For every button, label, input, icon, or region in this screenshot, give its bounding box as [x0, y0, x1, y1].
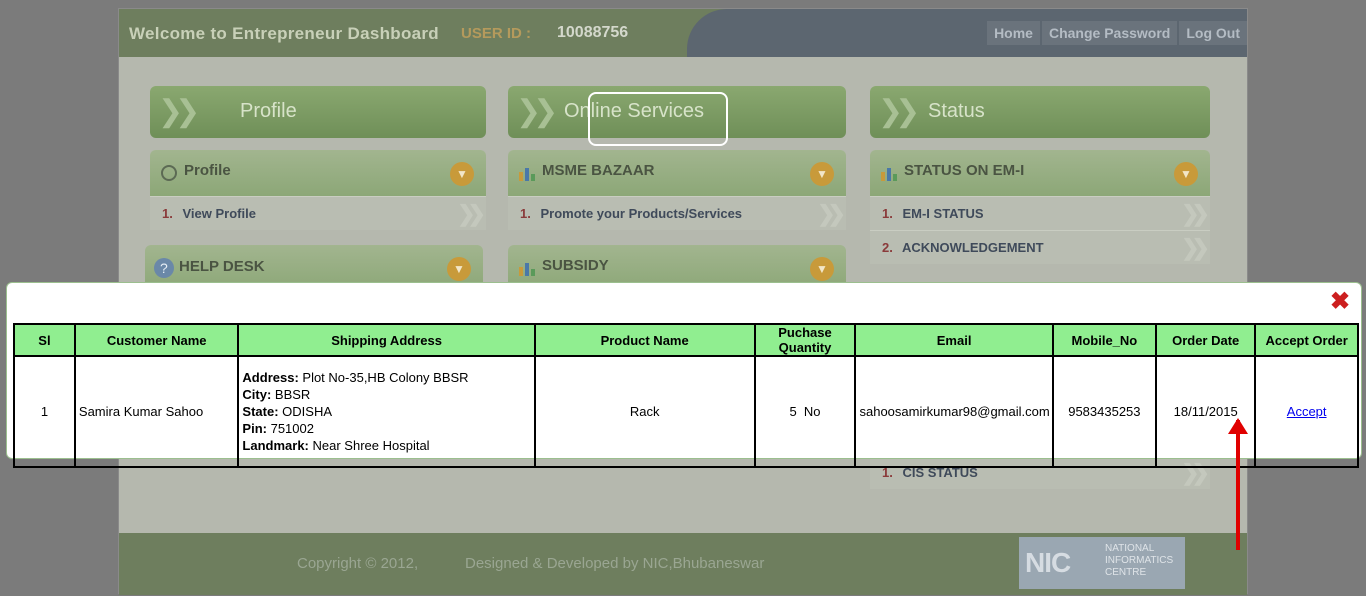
cell-shipping-address: Address: Plot No-35,HB Colony BBSR City:… [237, 355, 536, 468]
accept-order-link[interactable]: Accept [1287, 404, 1327, 419]
chevron-right-icon: ❯❯ [158, 95, 200, 128]
bar-chart-icon [519, 168, 535, 181]
footer-copyright: Copyright © 2012, [297, 555, 419, 572]
footer: Copyright © 2012, Designed & Developed b… [119, 533, 1247, 595]
profile-card: Profile ▼ 1. View Profile ❯❯ [150, 150, 486, 230]
menu-acknowledgement[interactable]: 2. ACKNOWLEDGEMENT ❯❯ [870, 230, 1210, 264]
user-id-label: USER ID : [461, 25, 532, 42]
msme-bazaar-card-header[interactable]: MSME BAZAAR ▼ [508, 150, 846, 196]
user-id-value: 10088756 [557, 24, 629, 41]
top-nav: Home Change Password Log Out [987, 9, 1247, 57]
nic-line: NATIONAL [1105, 543, 1155, 554]
state-label: State: [242, 404, 279, 419]
chevron-down-icon[interactable]: ▼ [450, 162, 474, 186]
status-em-card: STATUS ON EM-I ▼ 1. EM-I STATUS ❯❯ 2. AC… [870, 150, 1210, 264]
nav-home[interactable]: Home [987, 21, 1040, 45]
highlight-box [588, 92, 728, 146]
pin-label: Pin: [242, 421, 267, 436]
cell-customer-name: Samira Kumar Sahoo [73, 355, 240, 468]
close-icon[interactable]: ✖ [1329, 290, 1351, 314]
landmark-value: Near Shree Hospital [308, 438, 430, 453]
nic-logo-mark: NIC [1025, 547, 1071, 578]
col-accept-order: Accept Order [1254, 323, 1359, 357]
cell-email: sahoosamirkumar98@gmail.com [854, 355, 1054, 468]
section-profile: ❯❯ Profile [150, 86, 486, 138]
chevron-down-icon[interactable]: ▼ [810, 257, 834, 281]
profile-card-title: Profile [184, 162, 231, 179]
cell-sl: 1 [13, 355, 76, 468]
chevron-down-icon[interactable]: ▼ [1174, 162, 1198, 186]
menu-view-profile[interactable]: 1. View Profile ❯❯ [150, 196, 486, 230]
city-label: City: [242, 387, 272, 402]
help-desk-title: HELP DESK [179, 258, 265, 275]
col-shipping-address: Shipping Address [237, 323, 536, 357]
cell-product-name: Rack [533, 355, 756, 468]
chevron-down-icon[interactable]: ▼ [810, 162, 834, 186]
cell-order-date: 18/11/2015 [1155, 355, 1257, 468]
item-number: 2. [882, 240, 893, 255]
status-em-title: STATUS ON EM-I [904, 162, 1025, 179]
top-bar: Welcome to Entrepreneur Dashboard USER I… [119, 9, 1247, 57]
orders-modal: ✖ Sl Customer Name Shipping Address Prod… [6, 282, 1362, 468]
city-value: BBSR [271, 387, 311, 402]
chevron-right-icon: ❯❯ [457, 201, 486, 226]
chevron-right-icon: ❯❯ [516, 95, 558, 128]
footer-developer: Designed & Developed by NIC,Bhubaneswar [465, 555, 765, 572]
chevron-right-icon: ❯❯ [1181, 235, 1210, 260]
state-value: ODISHA [278, 404, 333, 419]
help-icon: ? [154, 258, 174, 278]
col-customer-name: Customer Name [73, 323, 240, 357]
chevron-right-icon: ❯❯ [878, 95, 920, 128]
item-label: Promote your Products/Services [540, 206, 743, 221]
nic-logo: NIC NATIONAL INFORMATICS CENTRE [1019, 537, 1185, 589]
item-number: 1. [882, 206, 893, 221]
annotation-arrow [1236, 420, 1240, 550]
chevron-down-icon[interactable]: ▼ [447, 257, 471, 281]
nic-logo-text: NATIONAL INFORMATICS CENTRE [1105, 543, 1173, 579]
menu-promote-products[interactable]: 1. Promote your Products/Services ❯❯ [508, 196, 846, 230]
nic-line: CENTRE [1105, 567, 1147, 578]
welcome-title: Welcome to Entrepreneur Dashboard [129, 24, 439, 43]
msme-bazaar-card: MSME BAZAAR ▼ 1. Promote your Products/S… [508, 150, 846, 230]
col-order-date: Order Date [1155, 323, 1257, 357]
nav-log-out[interactable]: Log Out [1179, 21, 1247, 45]
col-purchase-quantity: Puchase Quantity [753, 323, 857, 357]
msme-bazaar-title: MSME BAZAAR [542, 162, 655, 179]
cell-mobile: 9583435253 [1051, 355, 1158, 468]
annotation-arrow-head [1228, 418, 1248, 434]
section-profile-label: Profile [240, 100, 297, 122]
item-label: View Profile [182, 206, 256, 221]
subsidy-title: SUBSIDY [542, 257, 609, 274]
svg-text:?: ? [160, 260, 168, 276]
address-value: Plot No-35,HB Colony BBSR [298, 370, 469, 385]
cell-purchase-quantity: 5 No [753, 355, 857, 468]
item-label: EM-I STATUS [902, 206, 984, 221]
menu-em-status[interactable]: 1. EM-I STATUS ❯❯ [870, 196, 1210, 230]
status-em-card-header[interactable]: STATUS ON EM-I ▼ [870, 150, 1210, 196]
refresh-icon [161, 165, 177, 181]
profile-card-header[interactable]: Profile ▼ [150, 150, 486, 196]
section-status: ❯❯ Status [870, 86, 1210, 138]
bar-chart-icon [881, 168, 897, 181]
pin-value: 751002 [266, 421, 314, 436]
cell-accept-order: Accept [1254, 355, 1359, 468]
item-number: 1. [162, 206, 173, 221]
bar-chart-icon [519, 263, 535, 276]
col-sl: Sl [13, 323, 76, 357]
item-number: 1. [520, 206, 531, 221]
item-label: ACKNOWLEDGEMENT [901, 240, 1044, 255]
nic-line: INFORMATICS [1105, 555, 1174, 566]
col-email: Email [854, 323, 1054, 357]
chevron-right-icon: ❯❯ [817, 201, 846, 226]
nav-change-password[interactable]: Change Password [1041, 21, 1178, 45]
orders-table: Sl Customer Name Shipping Address Produc… [13, 323, 1359, 468]
table-row: 1 Samira Kumar Sahoo Address: Plot No-35… [13, 355, 1359, 468]
col-product-name: Product Name [533, 323, 756, 357]
chevron-right-icon: ❯❯ [1181, 201, 1210, 226]
table-header-row: Sl Customer Name Shipping Address Produc… [13, 323, 1359, 357]
address-label: Address: [242, 370, 299, 385]
landmark-label: Landmark: [242, 438, 309, 453]
col-mobile: Mobile_No [1051, 323, 1158, 357]
section-status-label: Status [928, 100, 985, 122]
